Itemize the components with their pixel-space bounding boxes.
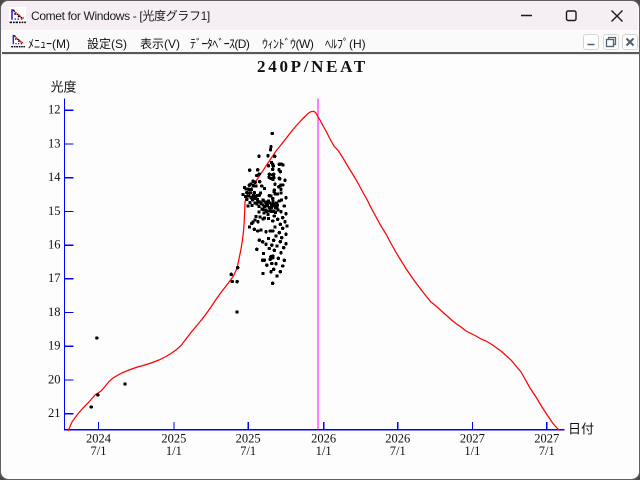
svg-text:12: 12 bbox=[48, 103, 61, 117]
svg-text:1/1: 1/1 bbox=[166, 444, 182, 458]
svg-text:240P/NEAT: 240P/NEAT bbox=[257, 57, 368, 76]
svg-text:14: 14 bbox=[48, 170, 61, 184]
svg-text:21: 21 bbox=[48, 406, 61, 420]
svg-text:1/1: 1/1 bbox=[316, 444, 332, 458]
svg-text:18: 18 bbox=[48, 305, 61, 319]
svg-text:日付: 日付 bbox=[568, 422, 594, 437]
svg-text:13: 13 bbox=[48, 136, 61, 150]
svg-text:7/1: 7/1 bbox=[91, 444, 107, 458]
svg-text:17: 17 bbox=[48, 271, 61, 285]
svg-text:16: 16 bbox=[48, 238, 61, 252]
svg-text:光度: 光度 bbox=[50, 80, 76, 95]
svg-text:20: 20 bbox=[48, 372, 61, 386]
svg-text:15: 15 bbox=[48, 204, 61, 218]
svg-text:7/1: 7/1 bbox=[539, 444, 555, 458]
svg-text:19: 19 bbox=[48, 339, 61, 353]
svg-text:1/1: 1/1 bbox=[464, 444, 480, 458]
svg-text:7/1: 7/1 bbox=[390, 444, 406, 458]
svg-text:7/1: 7/1 bbox=[240, 444, 256, 458]
